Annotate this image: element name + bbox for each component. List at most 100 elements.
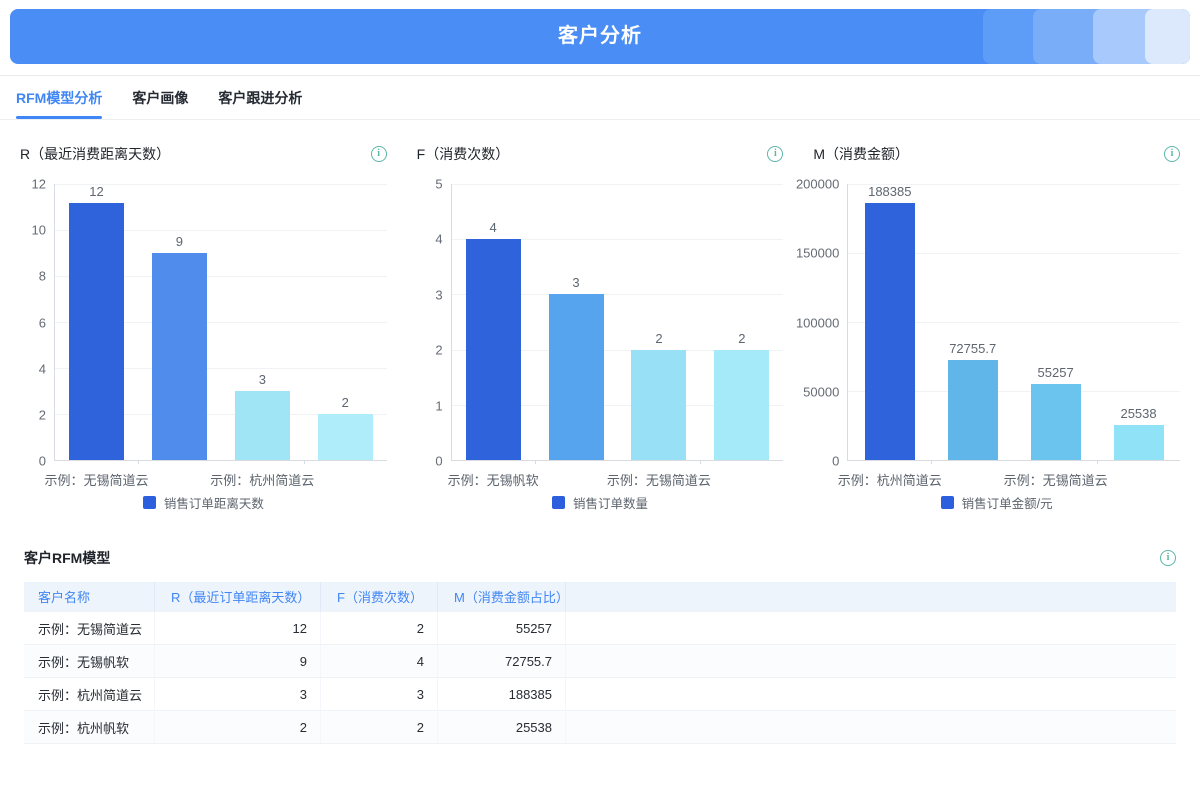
chart-card-2: M（消费金额）i20000015000010000050000018838572… (813, 144, 1180, 512)
table-cell: 4 (321, 645, 438, 678)
y-axis-label: 0 (39, 454, 46, 469)
legend-item[interactable]: 销售订单距离天数 (20, 493, 387, 512)
y-axis-label: 3 (435, 287, 442, 302)
bar-value-label: 4 (490, 220, 497, 235)
bar-value-label: 12 (89, 184, 103, 199)
rfm-table: 客户名称R（最近订单距离天数）F（消费次数）M（消费金额占比）示例：无锡简道云1… (24, 582, 1176, 744)
y-axis-label: 5 (435, 177, 442, 192)
y-axis-label: 0 (832, 454, 839, 469)
legend-item[interactable]: 销售订单金额/元 (813, 493, 1180, 512)
y-axis-label: 4 (435, 232, 442, 247)
y-axis-label: 2 (39, 407, 46, 422)
legend-label: 销售订单金额/元 (962, 493, 1053, 512)
bar-1[interactable] (152, 253, 207, 460)
table-cell: 2 (321, 612, 438, 645)
table-cell-filler (566, 711, 1176, 744)
table-cell: 3 (321, 678, 438, 711)
bar-value-label: 55257 (1038, 365, 1074, 380)
bar-1[interactable] (948, 360, 998, 460)
table-header-cell: F（消费次数） (321, 582, 438, 612)
table-cell: 示例：无锡帆软 (24, 645, 155, 678)
table-cell-filler (566, 645, 1176, 678)
info-icon[interactable]: i (371, 146, 387, 162)
table-cell: 示例：无锡简道云 (24, 612, 155, 645)
tab-客户跟进分析[interactable]: 客户跟进分析 (218, 76, 302, 119)
table-cell: 72755.7 (438, 645, 566, 678)
y-axis: 200000150000100000500000 (813, 184, 847, 461)
bar-value-label: 3 (572, 275, 579, 290)
y-axis-label: 200000 (796, 177, 839, 192)
info-icon[interactable]: i (767, 146, 783, 162)
table-cell: 示例：杭州帆软 (24, 711, 155, 744)
plot-area: 18838572755.75525725538示例：杭州简道云示例：无锡简道云 (847, 184, 1180, 461)
bar-value-label: 2 (655, 331, 662, 346)
bar-value-label: 9 (176, 234, 183, 249)
y-axis-label: 4 (39, 361, 46, 376)
legend-label: 销售订单距离天数 (164, 493, 264, 512)
chart-card-0: R（最近消费距离天数）i12108642012932示例：无锡简道云示例：杭州简… (20, 144, 387, 512)
bar-3[interactable] (1114, 425, 1164, 460)
tab-客户画像[interactable]: 客户画像 (132, 76, 188, 119)
info-icon[interactable]: i (1164, 146, 1180, 162)
table-header-cell: R（最近订单距离天数） (155, 582, 321, 612)
legend-swatch (941, 496, 954, 509)
y-axis-label: 50000 (803, 384, 839, 399)
bar-2[interactable] (631, 350, 686, 460)
info-icon[interactable]: i (1160, 550, 1176, 566)
table-cell: 25538 (438, 711, 566, 744)
x-axis-label: 示例：杭州简道云 (210, 470, 314, 489)
rfm-table-section: 客户RFM模型 i 客户名称R（最近订单距离天数）F（消费次数）M（消费金额占比… (0, 548, 1200, 744)
table-cell: 2 (321, 711, 438, 744)
table-cell: 188385 (438, 678, 566, 711)
header-banner: 客户分析 (10, 9, 1190, 64)
legend-item[interactable]: 销售订单数量 (417, 493, 784, 512)
x-axis-label: 示例：无锡帆软 (448, 470, 539, 489)
y-axis: 543210 (417, 184, 451, 461)
x-axis-tick (138, 460, 139, 464)
charts-row: R（最近消费距离天数）i12108642012932示例：无锡简道云示例：杭州简… (0, 120, 1200, 512)
x-axis-label: 示例：无锡简道云 (607, 470, 711, 489)
y-axis-label: 2 (435, 343, 442, 358)
table-header-cell: M（消费金额占比） (438, 582, 566, 612)
bar-0[interactable] (865, 203, 915, 460)
table-row: 示例：杭州简道云33188385 (24, 678, 1176, 711)
table-cell: 55257 (438, 612, 566, 645)
table-header-cell: 客户名称 (24, 582, 155, 612)
x-axis-tick (931, 460, 932, 464)
bar-3[interactable] (714, 350, 769, 460)
legend-swatch (143, 496, 156, 509)
bar-0[interactable] (69, 203, 124, 460)
table-cell: 9 (155, 645, 321, 678)
table-cell-filler (566, 678, 1176, 711)
legend-swatch (552, 496, 565, 509)
table-row: 示例：杭州帆软2225538 (24, 711, 1176, 744)
y-axis-label: 8 (39, 269, 46, 284)
table-cell: 12 (155, 612, 321, 645)
x-axis-tick (1097, 460, 1098, 464)
table-row: 示例：无锡简道云12255257 (24, 612, 1176, 645)
table-header-filler (566, 582, 1176, 612)
chart-card-1: F（消费次数）i5432104322示例：无锡帆软示例：无锡简道云销售订单数量 (417, 144, 784, 512)
x-axis-tick (535, 460, 536, 464)
y-axis-label: 6 (39, 315, 46, 330)
bar-2[interactable] (235, 391, 290, 460)
tab-RFM模型分析[interactable]: RFM模型分析 (16, 76, 102, 119)
legend-label: 销售订单数量 (573, 493, 648, 512)
bar-value-label: 2 (342, 395, 349, 410)
y-axis-label: 0 (435, 454, 442, 469)
tab-bar: RFM模型分析客户画像客户跟进分析 (0, 75, 1200, 120)
bar-3[interactable] (318, 414, 373, 460)
table-cell: 示例：杭州简道云 (24, 678, 155, 711)
plot-area: 4322示例：无锡帆软示例：无锡简道云 (451, 184, 784, 461)
bar-2[interactable] (1031, 384, 1081, 460)
y-axis-label: 12 (32, 177, 46, 192)
chart-title: R（最近消费距离天数） (20, 144, 170, 164)
bar-0[interactable] (466, 239, 521, 460)
table-cell-filler (566, 612, 1176, 645)
bar-1[interactable] (549, 294, 604, 460)
bar-value-label: 72755.7 (949, 341, 996, 356)
table-header-row: 客户名称R（最近订单距离天数）F（消费次数）M（消费金额占比） (24, 582, 1176, 612)
bar-value-label: 3 (259, 372, 266, 387)
x-axis-tick (304, 460, 305, 464)
y-axis-label: 1 (435, 398, 442, 413)
